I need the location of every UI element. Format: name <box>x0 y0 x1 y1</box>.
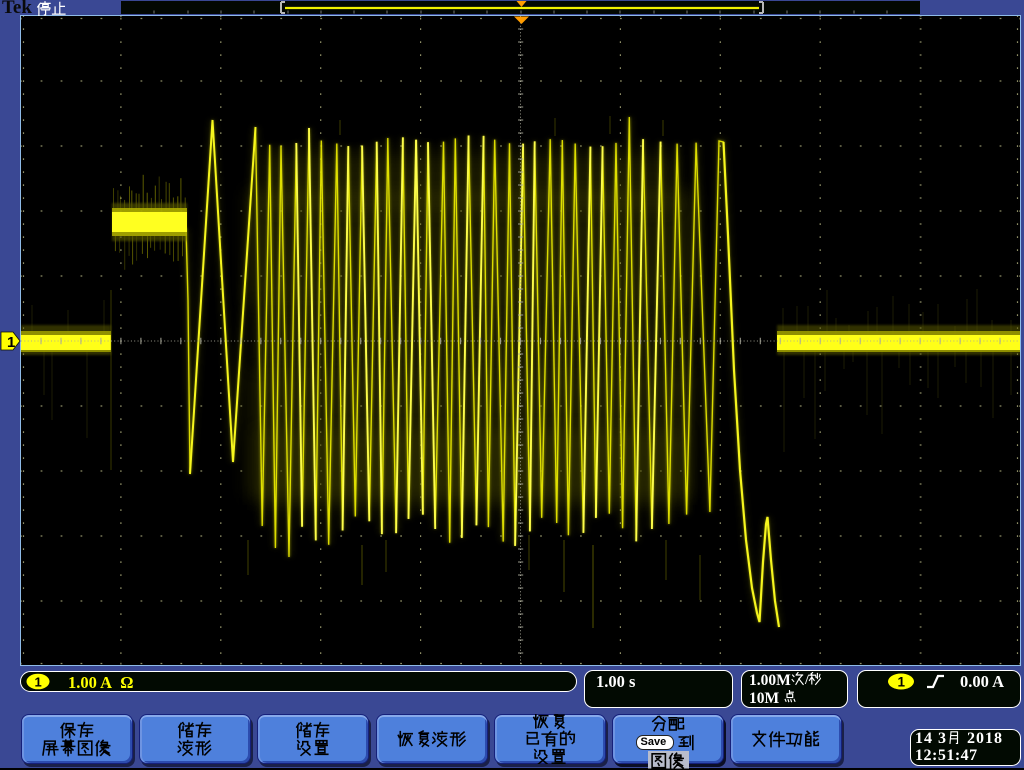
svg-text:1: 1 <box>898 675 906 690</box>
svg-text:1: 1 <box>7 334 15 351</box>
svg-text:/: / <box>804 672 809 687</box>
svg-text:1: 1 <box>35 675 42 690</box>
